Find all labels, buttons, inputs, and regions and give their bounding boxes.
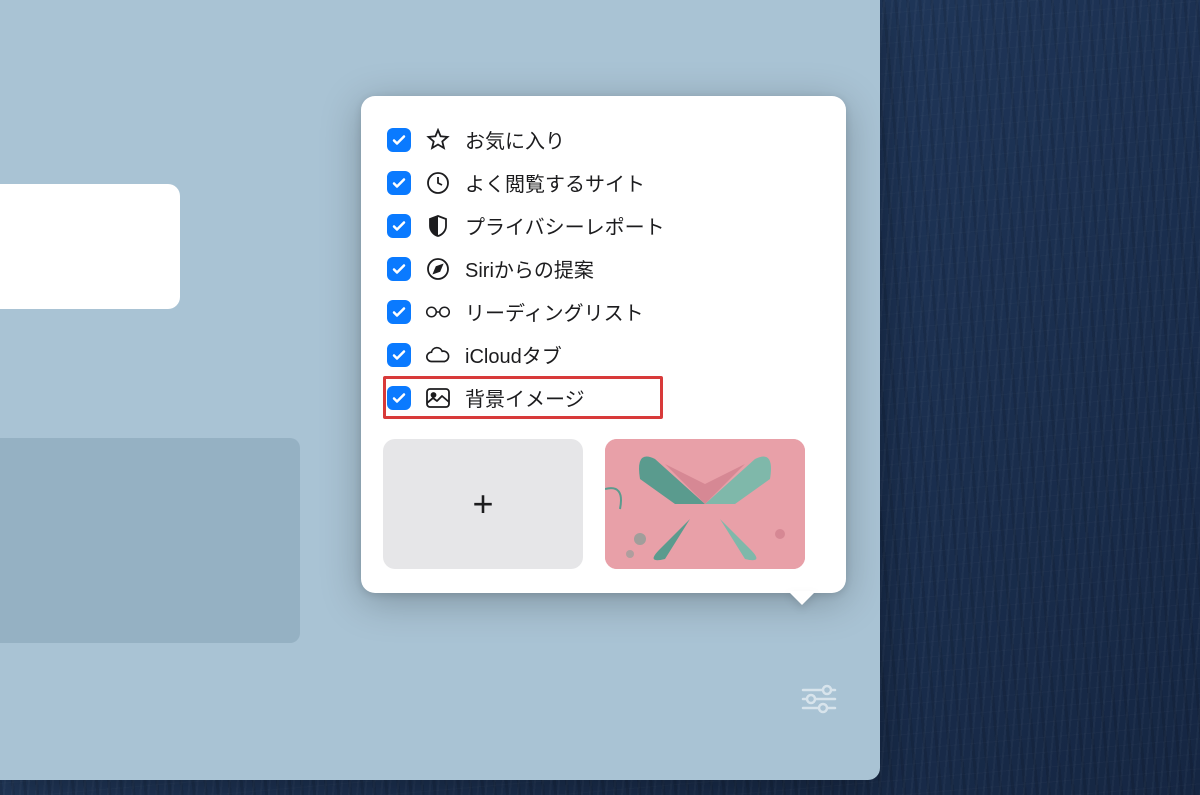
option-label: プライバシーレポート xyxy=(465,211,665,240)
background-thumbnails: + xyxy=(383,439,824,569)
checkbox-favorites[interactable] xyxy=(387,128,411,152)
option-siri-suggestions[interactable]: Siriからの提案 xyxy=(383,247,824,290)
customize-popover: お気に入り よく閲覧するサイト プライバシーレポート Siriからの提案 xyxy=(361,96,846,593)
option-label: お気に入り xyxy=(465,125,565,154)
option-label: 背景イメージ xyxy=(465,383,585,412)
check-icon xyxy=(391,390,407,406)
check-icon xyxy=(391,175,407,191)
check-icon xyxy=(391,218,407,234)
checkbox-icloud-tabs[interactable] xyxy=(387,343,411,367)
sliders-icon xyxy=(799,682,839,714)
check-icon xyxy=(391,347,407,363)
background-thumbnail-butterfly[interactable] xyxy=(605,439,805,569)
check-icon xyxy=(391,261,407,277)
option-favorites[interactable]: お気に入り xyxy=(383,118,824,161)
glasses-icon xyxy=(425,299,451,325)
star-icon xyxy=(425,127,451,153)
clock-icon xyxy=(425,170,451,196)
checkbox-reading-list[interactable] xyxy=(387,300,411,324)
butterfly-art xyxy=(605,439,805,569)
image-icon xyxy=(425,385,451,411)
cloud-icon xyxy=(425,342,451,368)
checkbox-frequently-visited[interactable] xyxy=(387,171,411,195)
checkbox-privacy-report[interactable] xyxy=(387,214,411,238)
compass-icon xyxy=(425,256,451,282)
option-label: Siriからの提案 xyxy=(465,254,594,283)
content-card[interactable] xyxy=(0,438,300,643)
option-frequently-visited[interactable]: よく閲覧するサイト xyxy=(383,161,824,204)
option-label: よく閲覧するサイト xyxy=(465,168,645,197)
option-background-image[interactable]: 背景イメージ xyxy=(383,376,663,419)
plus-icon: + xyxy=(472,483,493,525)
add-background-button[interactable]: + xyxy=(383,439,583,569)
customize-start-page-button[interactable] xyxy=(796,678,842,718)
check-icon xyxy=(391,304,407,320)
option-privacy-report[interactable]: プライバシーレポート xyxy=(383,204,824,247)
checkbox-background-image[interactable] xyxy=(387,386,411,410)
check-icon xyxy=(391,132,407,148)
option-reading-list[interactable]: リーディングリスト xyxy=(383,290,824,333)
option-label: リーディングリスト xyxy=(465,297,644,326)
option-label: iCloudタブ xyxy=(465,340,562,369)
checkbox-siri-suggestions[interactable] xyxy=(387,257,411,281)
favorite-card[interactable] xyxy=(0,184,180,309)
shield-icon xyxy=(425,213,451,239)
option-icloud-tabs[interactable]: iCloudタブ xyxy=(383,333,824,376)
